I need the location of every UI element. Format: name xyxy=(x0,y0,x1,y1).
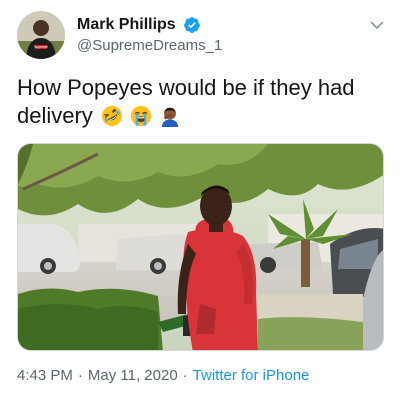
person-facepalming-emoji xyxy=(161,107,179,128)
avatar-shirt-text: Supreme xyxy=(34,45,48,49)
separator-dot: · xyxy=(77,367,83,384)
chevron-down-icon[interactable] xyxy=(369,17,385,33)
tweet-body: How Popeyes would be if they had deliver… xyxy=(17,74,383,131)
verified-badge-icon xyxy=(184,17,201,33)
avatar[interactable]: Supreme xyxy=(17,11,65,59)
tweet-source-link[interactable]: Twitter for iPhone xyxy=(193,367,310,384)
rolling-on-floor-laughing-emoji xyxy=(101,106,123,127)
tweet-time[interactable]: 4:43 PM xyxy=(17,367,73,384)
tweet-date[interactable]: May 11, 2020 xyxy=(88,367,178,384)
video-thumbnail[interactable] xyxy=(17,143,384,351)
handle[interactable]: @SupremeDreams_1 xyxy=(77,35,222,57)
avatar-image: Supreme xyxy=(17,11,65,59)
tweet-text: How Popeyes would be if they had deliver… xyxy=(17,75,355,128)
author-info: Mark Phillips @SupremeDreams_1 xyxy=(77,15,222,57)
tweet-footer: 4:43 PM · May 11, 2020 · Twitter for iPhone xyxy=(17,366,309,386)
display-name[interactable]: Mark Phillips xyxy=(77,15,176,35)
separator-dot: · xyxy=(182,367,188,384)
loudly-crying-face-emoji xyxy=(130,106,152,127)
emoji-group xyxy=(101,103,182,131)
tweet-header: Supreme Mark Phillips @SupremeDreams_1 xyxy=(17,9,387,61)
video-frame-image xyxy=(18,144,383,350)
